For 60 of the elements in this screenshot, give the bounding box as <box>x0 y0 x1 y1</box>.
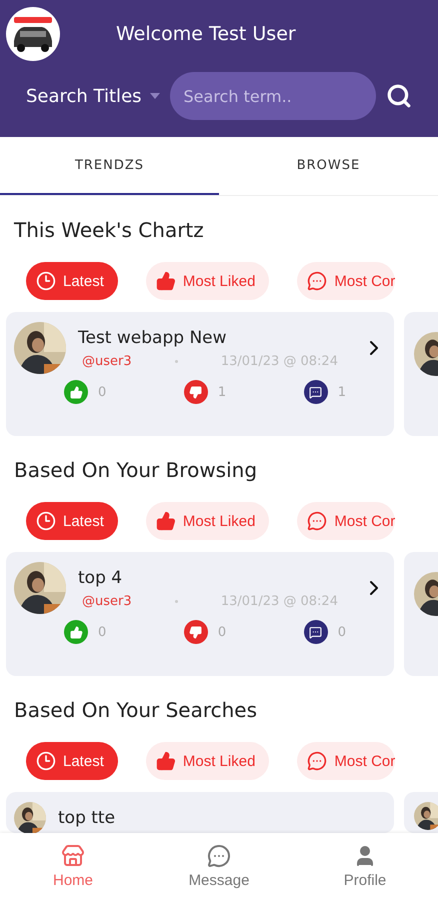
thumbs-up-icon[interactable] <box>64 620 88 644</box>
post-card[interactable]: Test webapp New @user3 13/01/23 @ 08:24 0 1 1 <box>6 312 394 436</box>
thumbs-down-icon[interactable] <box>184 380 208 404</box>
chat-icon <box>307 751 328 771</box>
thumbs-down-icon[interactable] <box>184 620 208 644</box>
caret-icon <box>150 93 160 99</box>
like-count: 0 <box>98 624 106 640</box>
filter-chip[interactable]: Most Cor <box>297 742 396 780</box>
clock-icon <box>36 271 56 291</box>
search-icon[interactable] <box>386 83 412 109</box>
filter-chip[interactable]: Most Cor <box>297 262 396 300</box>
thumbs-up-icon[interactable] <box>64 380 88 404</box>
separator-dot <box>174 600 178 602</box>
dislike-count: 1 <box>218 384 226 400</box>
separator-dot <box>174 360 178 362</box>
username: @user3 <box>82 354 132 368</box>
clock-icon <box>36 511 56 531</box>
post-card[interactable] <box>404 312 438 436</box>
thumbs-up-icon <box>156 511 176 531</box>
clock-icon <box>36 751 56 771</box>
filter-chip[interactable]: Most Liked <box>146 502 270 540</box>
filter-chip[interactable]: Latest <box>26 502 118 540</box>
filter-chip[interactable]: Most Liked <box>146 262 270 300</box>
thumbs-up-icon <box>156 751 176 771</box>
post-card[interactable] <box>404 552 438 676</box>
section-title: Based On Your Browsing <box>13 458 258 484</box>
search-scope-dropdown[interactable]: Search Titles <box>26 86 160 106</box>
filter-chip[interactable]: Latest <box>26 742 118 780</box>
filter-chip[interactable]: Most Cor <box>297 502 396 540</box>
welcome-title: Welcome Test User <box>116 23 296 45</box>
filter-chip[interactable]: Latest <box>26 262 118 300</box>
search-field[interactable]: Search term.. <box>170 72 376 120</box>
post-date: 13/01/23 @ 08:24 <box>220 354 338 368</box>
post-date: 13/01/23 @ 08:24 <box>220 594 338 608</box>
post-title: Test webapp New <box>78 328 228 348</box>
username: @user3 <box>82 594 132 608</box>
nav-item[interactable]: Message <box>146 833 292 900</box>
comment-count: 1 <box>338 384 346 400</box>
nav-item[interactable]: Profile <box>292 833 438 900</box>
post-title: top tte <box>58 808 116 828</box>
comment-count: 0 <box>338 624 346 640</box>
chat-icon <box>307 511 328 531</box>
filter-chip[interactable]: Most Liked <box>146 742 270 780</box>
post-card[interactable]: top 4 @user3 13/01/23 @ 08:24 0 0 0 <box>6 552 394 676</box>
section-title: Based On Your Searches <box>13 698 258 724</box>
post-title: top 4 <box>78 568 124 588</box>
nav-item[interactable]: Home <box>0 833 146 900</box>
tab[interactable]: BROWSE <box>219 137 438 195</box>
store-icon <box>61 844 85 868</box>
tab[interactable]: TRENDZS <box>0 137 219 195</box>
comment-icon[interactable] <box>304 620 328 644</box>
dislike-count: 0 <box>218 624 226 640</box>
post-card[interactable] <box>404 792 438 833</box>
chat-icon <box>307 271 328 291</box>
comment-icon[interactable] <box>304 380 328 404</box>
section-title: This Week's Chartz <box>13 218 205 244</box>
post-card[interactable]: top tte <box>6 792 394 833</box>
thumbs-up-icon <box>156 271 176 291</box>
chat-icon <box>207 844 231 868</box>
like-count: 0 <box>98 384 106 400</box>
